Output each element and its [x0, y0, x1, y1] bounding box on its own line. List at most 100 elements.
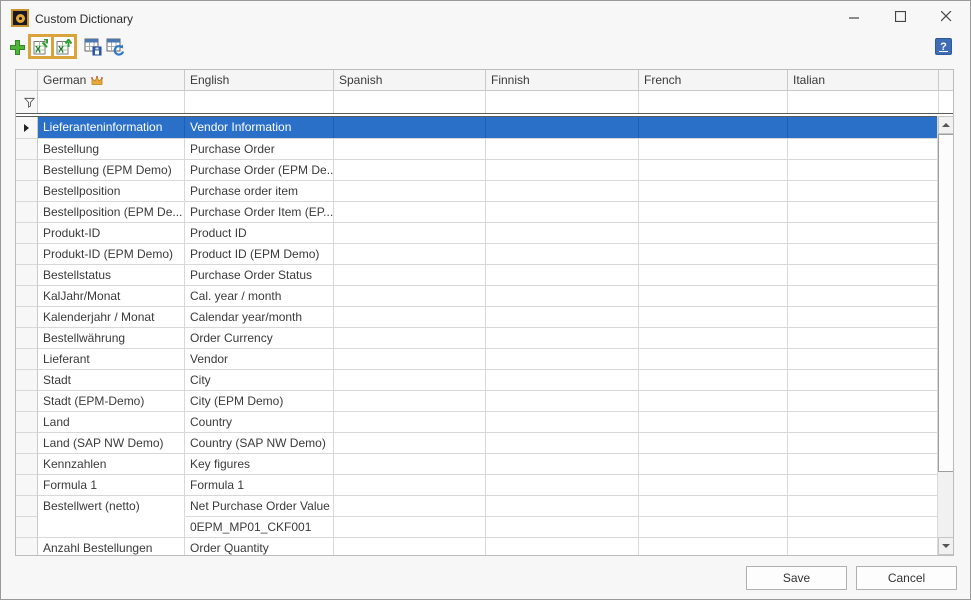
filter-cell-italian[interactable]: [788, 91, 939, 113]
cell-spanish[interactable]: [334, 306, 486, 327]
cell-french[interactable]: [639, 138, 788, 159]
minimize-button[interactable]: [831, 1, 877, 32]
cell-finnish[interactable]: [486, 390, 639, 411]
cell-german[interactable]: Kennzahlen: [38, 453, 185, 474]
cell-german[interactable]: Bestellwert (netto): [38, 495, 185, 516]
import-from-excel-button[interactable]: X: [31, 37, 51, 56]
cell-spanish[interactable]: [334, 180, 486, 201]
filter-cell-french[interactable]: [639, 91, 788, 113]
cell-german[interactable]: Kalenderjahr / Monat: [38, 306, 185, 327]
cell-finnish[interactable]: [486, 516, 639, 537]
cell-french[interactable]: [639, 390, 788, 411]
cell-italian[interactable]: [788, 327, 939, 348]
cell-english[interactable]: Country (SAP NW Demo): [185, 432, 334, 453]
row-header-cell[interactable]: [16, 243, 38, 264]
row-header-cell[interactable]: [16, 222, 38, 243]
cell-french[interactable]: [639, 264, 788, 285]
cell-french[interactable]: [639, 117, 788, 138]
row-header-cell[interactable]: [16, 537, 38, 555]
cell-german[interactable]: Bestellstatus: [38, 264, 185, 285]
row-header-cell[interactable]: [16, 495, 38, 516]
cell-spanish[interactable]: [334, 327, 486, 348]
cell-finnish[interactable]: [486, 327, 639, 348]
cell-spanish[interactable]: [334, 537, 486, 555]
cell-italian[interactable]: [788, 117, 939, 138]
cell-spanish[interactable]: [334, 117, 486, 138]
cell-italian[interactable]: [788, 390, 939, 411]
help-button[interactable]: ?: [935, 38, 952, 55]
cell-italian[interactable]: [788, 537, 939, 555]
cell-italian[interactable]: [788, 432, 939, 453]
cell-finnish[interactable]: [486, 138, 639, 159]
cell-spanish[interactable]: [334, 243, 486, 264]
row-header-cell[interactable]: [16, 285, 38, 306]
cell-spanish[interactable]: [334, 264, 486, 285]
cell-french[interactable]: [639, 327, 788, 348]
cell-finnish[interactable]: [486, 432, 639, 453]
row-header-cell[interactable]: [16, 264, 38, 285]
scroll-up-button[interactable]: [938, 116, 954, 134]
cell-french[interactable]: [639, 537, 788, 555]
cell-finnish[interactable]: [486, 180, 639, 201]
cell-french[interactable]: [639, 201, 788, 222]
cell-spanish[interactable]: [334, 222, 486, 243]
cell-english[interactable]: Order Quantity: [185, 537, 334, 555]
cell-french[interactable]: [639, 285, 788, 306]
cell-finnish[interactable]: [486, 369, 639, 390]
cell-spanish[interactable]: [334, 159, 486, 180]
cell-italian[interactable]: [788, 369, 939, 390]
cell-german[interactable]: Bestellung (EPM Demo): [38, 159, 185, 180]
row-header-cell[interactable]: [16, 390, 38, 411]
cell-finnish[interactable]: [486, 348, 639, 369]
column-header-spanish[interactable]: Spanish: [334, 70, 486, 91]
cell-french[interactable]: [639, 159, 788, 180]
cell-german[interactable]: Stadt: [38, 369, 185, 390]
cell-italian[interactable]: [788, 201, 939, 222]
cell-english[interactable]: Country: [185, 411, 334, 432]
cell-english[interactable]: Product ID: [185, 222, 334, 243]
cell-english[interactable]: Net Purchase Order Value: [185, 495, 334, 516]
cell-french[interactable]: [639, 222, 788, 243]
cell-italian[interactable]: [788, 264, 939, 285]
cell-finnish[interactable]: [486, 495, 639, 516]
filter-cell-german[interactable]: [38, 91, 185, 113]
cell-italian[interactable]: [788, 222, 939, 243]
row-header-cell[interactable]: [16, 516, 38, 537]
cell-finnish[interactable]: [486, 411, 639, 432]
cell-italian[interactable]: [788, 474, 939, 495]
cell-german[interactable]: Bestellung: [38, 138, 185, 159]
cell-german[interactable]: Formula 1: [38, 474, 185, 495]
cell-german[interactable]: Produkt-ID (EPM Demo): [38, 243, 185, 264]
row-header-cell[interactable]: [16, 159, 38, 180]
cell-french[interactable]: [639, 411, 788, 432]
row-header-cell[interactable]: [16, 306, 38, 327]
cell-german[interactable]: Anzahl Bestellungen: [38, 537, 185, 555]
cell-english[interactable]: 0EPM_MP01_CKF001: [185, 516, 334, 537]
cell-english[interactable]: Product ID (EPM Demo): [185, 243, 334, 264]
cell-french[interactable]: [639, 243, 788, 264]
cell-french[interactable]: [639, 516, 788, 537]
row-header-cell[interactable]: [16, 411, 38, 432]
cell-spanish[interactable]: [334, 285, 486, 306]
cell-italian[interactable]: [788, 243, 939, 264]
row-header-cell[interactable]: [16, 474, 38, 495]
column-header-german[interactable]: German: [38, 70, 185, 91]
cell-english[interactable]: Purchase Order (EPM De...: [185, 159, 334, 180]
cell-english[interactable]: Purchase order item: [185, 180, 334, 201]
cell-finnish[interactable]: [486, 243, 639, 264]
row-header-cell[interactable]: [16, 453, 38, 474]
cell-english[interactable]: Formula 1: [185, 474, 334, 495]
export-to-excel-button[interactable]: X: [54, 37, 74, 56]
cell-english[interactable]: Purchase Order Item (EP...: [185, 201, 334, 222]
cell-italian[interactable]: [788, 306, 939, 327]
column-header-italian[interactable]: Italian: [788, 70, 939, 91]
cell-spanish[interactable]: [334, 390, 486, 411]
cell-finnish[interactable]: [486, 264, 639, 285]
cell-finnish[interactable]: [486, 537, 639, 555]
cell-french[interactable]: [639, 348, 788, 369]
cell-german[interactable]: Stadt (EPM-Demo): [38, 390, 185, 411]
cell-italian[interactable]: [788, 411, 939, 432]
close-button[interactable]: [923, 1, 969, 32]
cell-spanish[interactable]: [334, 411, 486, 432]
cell-french[interactable]: [639, 432, 788, 453]
